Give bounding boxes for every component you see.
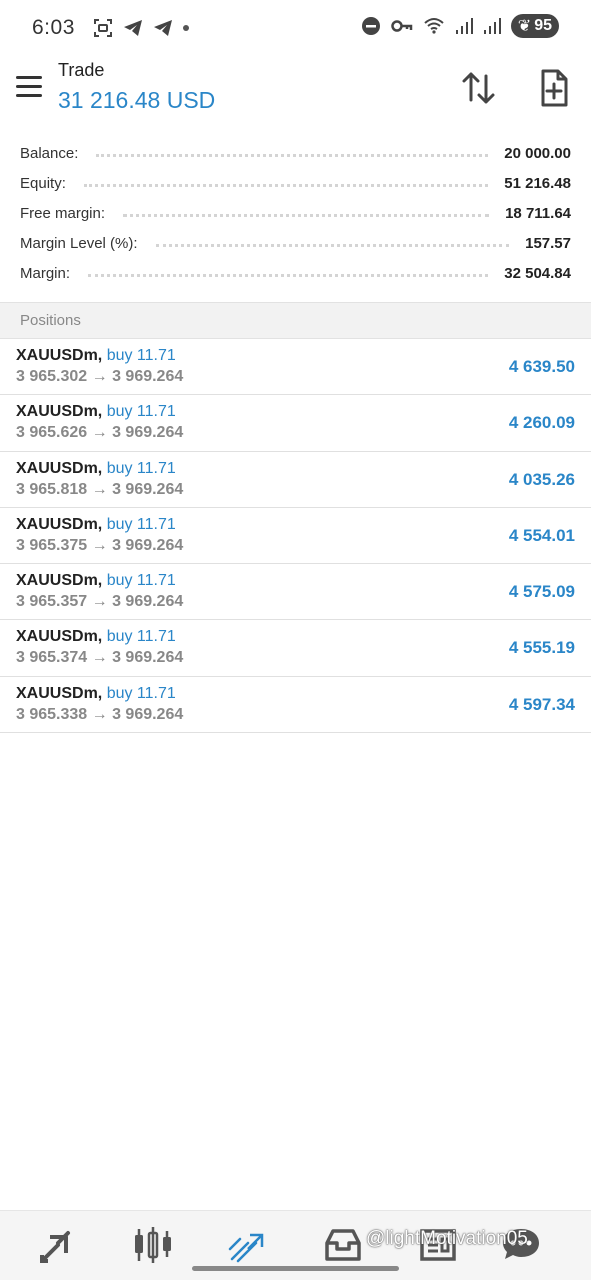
position-prices: 3 965.818 → 3 969.264 xyxy=(16,480,184,498)
summary-row-equity: Equity: 51 216.48 xyxy=(20,168,571,198)
summary-label: Margin: xyxy=(20,264,79,282)
position-side: buy 11.71 xyxy=(106,347,176,364)
summary-row-free-margin: Free margin: 18 711.64 xyxy=(20,198,571,228)
position-profit: 4 597.34 xyxy=(508,694,575,714)
position-profit: 4 035.26 xyxy=(508,469,575,489)
summary-label: Margin Level (%): xyxy=(20,234,146,252)
position-symbol: XAUUSDm, xyxy=(16,572,103,590)
dotted-leader xyxy=(155,243,510,247)
summary-value: 32 504.84 xyxy=(504,264,571,282)
watermark-text: @lightMotivation05 xyxy=(366,1228,528,1249)
screenshot-icon xyxy=(93,19,112,37)
summary-value: 20 000.00 xyxy=(504,144,571,162)
position-symbol: XAUUSDm, xyxy=(16,459,103,477)
position-row[interactable]: XAUUSDm, buy 11.71 3 965.374 → 3 969.264… xyxy=(0,620,591,677)
position-row[interactable]: XAUUSDm, buy 11.71 3 965.818 → 3 969.264… xyxy=(0,452,591,508)
telegram-icon xyxy=(153,20,172,36)
gesture-bar[interactable] xyxy=(192,1266,399,1271)
positions-heading: Positions xyxy=(20,312,81,329)
dotted-leader xyxy=(123,213,490,217)
dotted-leader xyxy=(83,183,489,187)
position-symbol: XAUUSDm, xyxy=(16,347,103,364)
summary-value: 18 711.64 xyxy=(505,204,571,222)
summary-value: 51 216.48 xyxy=(504,174,571,192)
position-row[interactable]: XAUUSDm, buy 11.71 3 965.375 → 3 969.264… xyxy=(0,508,591,565)
position-side: buy 11.71 xyxy=(106,515,176,533)
position-row[interactable]: XAUUSDm, buy 11.71 3 965.626 → 3 969.264… xyxy=(0,395,591,452)
summary-row-margin-level: Margin Level (%): 157.57 xyxy=(20,228,571,258)
sort-icon[interactable] xyxy=(459,68,499,108)
account-balance: 31 216.48 USD xyxy=(58,87,216,113)
position-row[interactable]: XAUUSDm, buy 11.71 3 965.338 → 3 969.264… xyxy=(0,677,591,734)
position-prices: 3 965.374 → 3 969.264 xyxy=(16,649,184,667)
position-symbol: XAUUSDm, xyxy=(16,684,103,702)
position-symbol: XAUUSDm, xyxy=(16,515,103,533)
position-side: buy 11.71 xyxy=(106,628,176,646)
position-prices: 3 965.338 → 3 969.264 xyxy=(16,705,184,723)
signal-icon xyxy=(483,18,501,34)
summary-label: Equity: xyxy=(20,174,74,192)
position-symbol: XAUUSDm, xyxy=(16,403,103,421)
new-order-icon[interactable] xyxy=(534,68,574,108)
summary-row-margin: Margin: 32 504.84 xyxy=(20,258,571,288)
position-profit: 4 555.19 xyxy=(508,638,575,658)
summary-label: Balance: xyxy=(20,144,87,162)
telegram-icon xyxy=(123,20,142,36)
history-icon[interactable] xyxy=(321,1225,365,1265)
position-side: buy 11.71 xyxy=(106,403,176,421)
position-side: buy 11.71 xyxy=(106,459,176,477)
position-side: buy 11.71 xyxy=(106,572,176,590)
position-profit: 4 575.09 xyxy=(508,582,575,602)
position-profit: 4 639.50 xyxy=(508,357,575,376)
position-profit: 4 554.01 xyxy=(508,525,575,545)
wifi-icon xyxy=(424,18,444,34)
position-profit: 4 260.09 xyxy=(508,413,575,433)
summary-value: 157.57 xyxy=(525,234,571,252)
system-icons: ❦ 95 xyxy=(361,14,559,38)
battery-level: 95 xyxy=(534,17,552,34)
position-prices: 3 965.302 → 3 969.264 xyxy=(16,368,184,385)
summary-label: Free margin: xyxy=(20,204,114,222)
clock: 6:03 xyxy=(32,16,75,39)
dnd-icon xyxy=(361,17,380,35)
leaf-icon: ❦ xyxy=(517,18,532,35)
account-summary: Balance: 20 000.00 Equity: 51 216.48 Fre… xyxy=(20,138,571,288)
signal-icon xyxy=(455,18,473,34)
summary-row-balance: Balance: 20 000.00 xyxy=(20,138,571,168)
positions-list: XAUUSDm, buy 11.71 3 965.302 → 3 969.264… xyxy=(0,339,591,734)
position-side: buy 11.71 xyxy=(106,684,176,702)
position-row[interactable]: XAUUSDm, buy 11.71 3 965.357 → 3 969.264… xyxy=(0,564,591,621)
dotted-leader xyxy=(96,153,489,157)
battery-icon: ❦ 95 xyxy=(510,14,559,38)
quotes-icon[interactable] xyxy=(36,1225,80,1265)
page-title: Trade xyxy=(58,60,105,80)
position-prices: 3 965.626 → 3 969.264 xyxy=(16,424,184,442)
chart-icon[interactable] xyxy=(131,1225,175,1265)
dot-icon xyxy=(182,25,189,31)
notification-icons xyxy=(93,18,189,38)
position-row[interactable]: XAUUSDm, buy 11.71 3 965.302 → 3 969.264… xyxy=(0,339,591,396)
app-header: Trade 31 216.48 USD xyxy=(0,56,591,124)
position-prices: 3 965.375 → 3 969.264 xyxy=(16,536,184,554)
key-icon xyxy=(391,20,413,32)
menu-icon[interactable] xyxy=(16,76,42,98)
dotted-leader xyxy=(88,273,489,277)
position-prices: 3 965.357 → 3 969.264 xyxy=(16,593,184,611)
status-bar: 6:03 ❦ 95 xyxy=(0,0,591,56)
positions-section-header: Positions xyxy=(0,302,591,339)
trade-icon[interactable] xyxy=(226,1225,270,1265)
position-symbol: XAUUSDm, xyxy=(16,628,103,646)
